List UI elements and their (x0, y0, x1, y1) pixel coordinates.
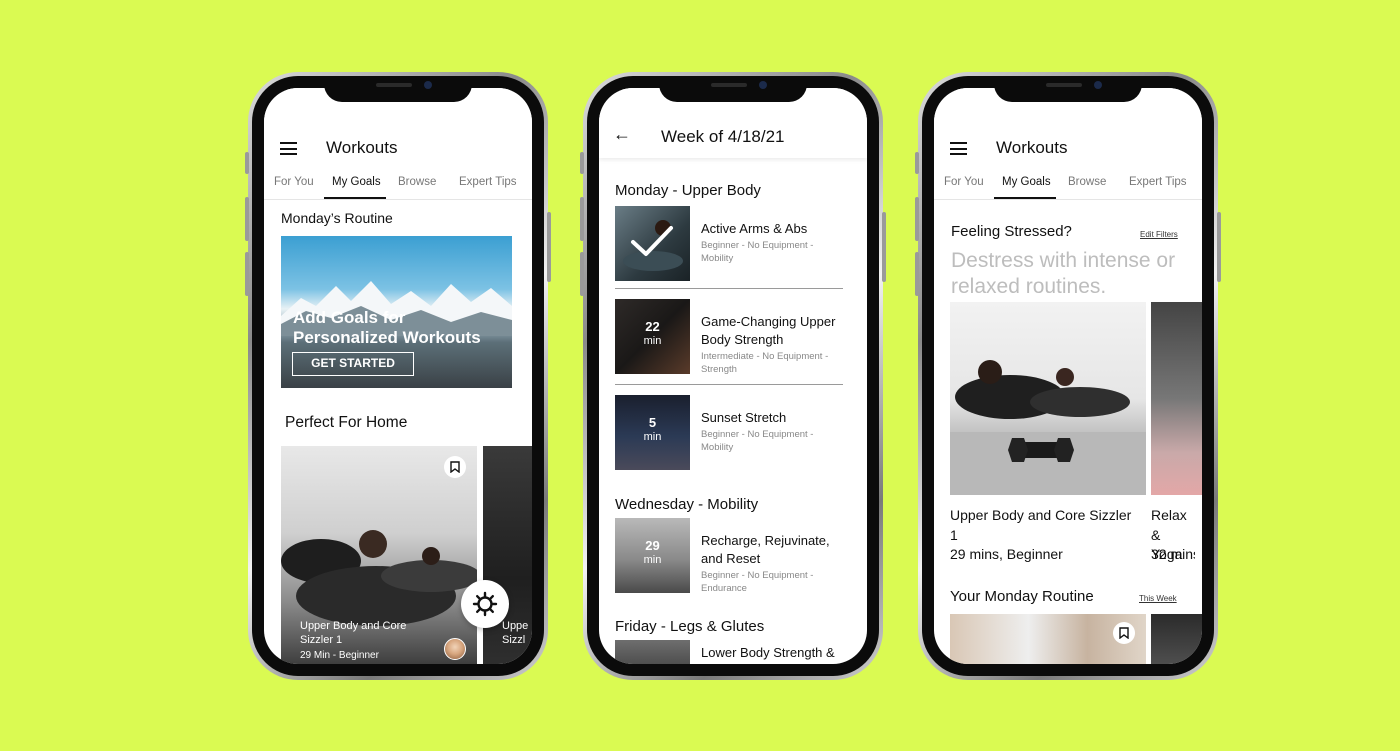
banner-headline: Add Goals for Personalized Workouts (293, 308, 481, 347)
notch (659, 76, 807, 102)
workout-title: Recharge, Rejuvinate, and Reset (701, 533, 830, 566)
screen: ← Week of 4/18/21 Monday - Upper Body Ac… (599, 88, 867, 664)
divider (615, 288, 843, 289)
active-tab-indicator (324, 197, 386, 199)
card-meta: 29 mins, Beginner (950, 546, 1063, 562)
workout-meta: Beginner - No Equipment - Endurance (701, 570, 814, 594)
mute-switch (580, 152, 584, 174)
tab-browse[interactable]: Browse (1068, 176, 1106, 188)
menu-icon[interactable] (280, 142, 297, 155)
workout-card-image[interactable] (950, 302, 1146, 495)
workout-title: Active Arms & Abs (701, 221, 808, 236)
workout-thumbnail (615, 640, 690, 664)
tab-for-you[interactable]: For You (274, 176, 314, 188)
workout-title: Game-Changing Upper Body Strength (701, 314, 836, 347)
add-goals-banner[interactable]: Add Goals for Personalized Workouts GET … (281, 236, 512, 388)
volume-up-button (580, 197, 584, 241)
card-title: Upper Body and Core Sizzler 1 (300, 620, 407, 646)
card-title: Upper Body and Core Sizzler 1 (950, 507, 1132, 543)
routine-title: Monday’s Routine (281, 210, 393, 226)
workout-item[interactable]: 29 min Recharge, Rejuvinate, and Reset Be… (615, 518, 843, 594)
phone-frame-feeling-stressed: Workouts For You My Goals Browse Expert … (915, 72, 1221, 680)
tab-bar: For You My Goals Browse Expert Tips (934, 170, 1202, 200)
power-button (1217, 212, 1221, 282)
workout-meta: Intermediate - No Equipment - Strength (701, 351, 829, 375)
notch (994, 76, 1142, 102)
screen: Workouts For You My Goals Browse Expert … (264, 88, 532, 664)
screen: Workouts For You My Goals Browse Expert … (934, 88, 1202, 664)
workout-thumbnail: 22 min (615, 299, 690, 374)
workout-thumbnail: 29 min (615, 518, 690, 593)
this-week-link[interactable]: This Week (1139, 594, 1177, 603)
subheading: Destress with intense or relaxed routine… (951, 249, 1176, 298)
page-title: Week of 4/18/21 (661, 127, 785, 146)
bookmark-icon[interactable] (444, 456, 466, 478)
workout-item[interactable]: 22 min Game-Changing Upper Body Strength … (615, 299, 843, 375)
page-title: Workouts (996, 138, 1068, 157)
volume-up-button (915, 197, 919, 241)
power-button (547, 212, 551, 282)
day-title-friday: Friday - Legs & Glutes (615, 618, 765, 635)
divider (615, 384, 843, 385)
tab-expert-tips[interactable]: Expert Tips (459, 176, 517, 188)
section-title-perfect-for-home: Perfect For Home (285, 414, 408, 431)
trainer-avatar (444, 638, 466, 660)
card-title: Uppe Sizzl (502, 620, 529, 646)
tab-my-goals[interactable]: My Goals (1002, 176, 1051, 188)
checkmark-icon (631, 226, 673, 256)
workout-card[interactable]: Upper Body and Core Sizzler 1 29 Min - B… (281, 446, 477, 664)
mute-switch (245, 152, 249, 174)
menu-icon[interactable] (950, 142, 967, 155)
mute-switch (915, 152, 919, 174)
routine-card-image-next[interactable] (1151, 614, 1202, 664)
workout-photo (950, 360, 1146, 495)
workout-item[interactable]: Active Arms & Abs Beginner - No Equipmen… (615, 206, 843, 281)
active-tab-indicator (994, 197, 1056, 199)
workout-item[interactable]: Lower Body Strength & (615, 640, 843, 664)
volume-down-button (915, 252, 919, 296)
get-started-button[interactable]: GET STARTED (292, 352, 414, 376)
back-arrow-icon[interactable]: ← (613, 124, 631, 145)
tab-expert-tips[interactable]: Expert Tips (1129, 176, 1187, 188)
page-title: Workouts (326, 138, 398, 157)
card-meta-next: 32 mins (1151, 546, 1195, 562)
tab-my-goals[interactable]: My Goals (332, 176, 381, 188)
edit-filters-link[interactable]: Edit Filters (1140, 230, 1178, 239)
volume-down-button (245, 252, 249, 296)
duration-label: 22 min (643, 319, 662, 347)
tab-for-you[interactable]: For You (944, 176, 984, 188)
duration-label: 29 min (643, 538, 662, 566)
workout-meta: Beginner - No Equipment - Mobility (701, 240, 814, 264)
workout-item[interactable]: 5 min Sunset Stretch Beginner - No Equipm… (615, 395, 843, 470)
workout-card-next[interactable]: Uppe Sizzl (483, 446, 532, 664)
workout-thumbnail: 5 min (615, 395, 690, 470)
day-title-monday: Monday - Upper Body (615, 182, 761, 199)
routine-card-image[interactable] (950, 614, 1146, 664)
tab-browse[interactable]: Browse (398, 176, 436, 188)
workout-meta: Beginner - No Equipment - Mobility (701, 429, 814, 453)
bookmark-icon[interactable] (1113, 622, 1135, 644)
workout-title: Lower Body Strength & (701, 645, 835, 660)
phone-frame-week-plan: ← Week of 4/18/21 Monday - Upper Body Ac… (580, 72, 886, 680)
workout-title: Sunset Stretch (701, 410, 787, 425)
prompt-title: Feeling Stressed? (951, 223, 1072, 240)
day-title-wednesday: Wednesday - Mobility (615, 496, 759, 513)
workout-thumbnail (615, 206, 690, 281)
notch (324, 76, 472, 102)
workout-card-image-next[interactable] (1151, 302, 1202, 495)
tab-bar: For You My Goals Browse Expert Tips (264, 170, 532, 200)
phone-frame-workouts-my-goals: Workouts For You My Goals Browse Expert … (245, 72, 551, 680)
volume-down-button (580, 252, 584, 296)
card-meta: 29 Min - Beginner (300, 650, 379, 661)
routine-title: Your Monday Routine (950, 588, 1094, 605)
filter-fab-button[interactable] (461, 580, 509, 628)
volume-up-button (245, 197, 249, 241)
power-button (882, 212, 886, 282)
duration-label: 5 min (643, 415, 662, 443)
gear-icon (472, 591, 498, 617)
